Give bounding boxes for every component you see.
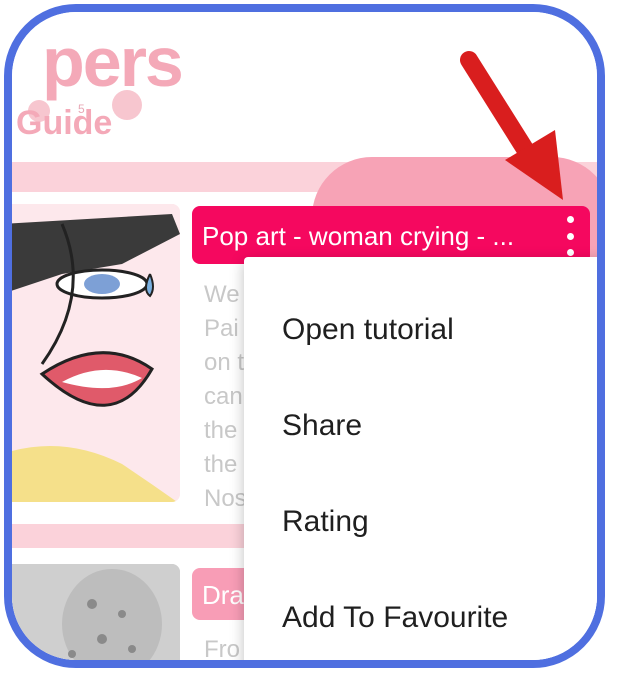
menu-item-open-tutorial[interactable]: Open tutorial bbox=[282, 313, 454, 347]
leopard-image bbox=[12, 564, 180, 660]
overflow-menu: Open tutorial Share Rating Add To Favour… bbox=[244, 257, 597, 660]
menu-item-share[interactable]: Share bbox=[282, 409, 362, 443]
menu-item-rating[interactable]: Rating bbox=[282, 505, 369, 539]
arrow-icon bbox=[460, 51, 563, 200]
tutorial-title[interactable]: Pop art - woman crying - ... bbox=[202, 221, 514, 252]
more-vert-icon[interactable] bbox=[560, 216, 580, 256]
pop-art-woman-image bbox=[12, 204, 180, 502]
tutorial-thumbnail[interactable] bbox=[12, 564, 180, 660]
tutorial-title[interactable]: Dra bbox=[202, 580, 244, 611]
menu-item-add-to-favourite[interactable]: Add To Favourite bbox=[282, 601, 508, 635]
tutorial-description: Fro bbox=[204, 636, 240, 663]
app-header-subtitle: Guide bbox=[16, 104, 113, 142]
app-header-title: pers bbox=[42, 23, 184, 101]
tutorial-thumbnail[interactable] bbox=[12, 204, 180, 502]
